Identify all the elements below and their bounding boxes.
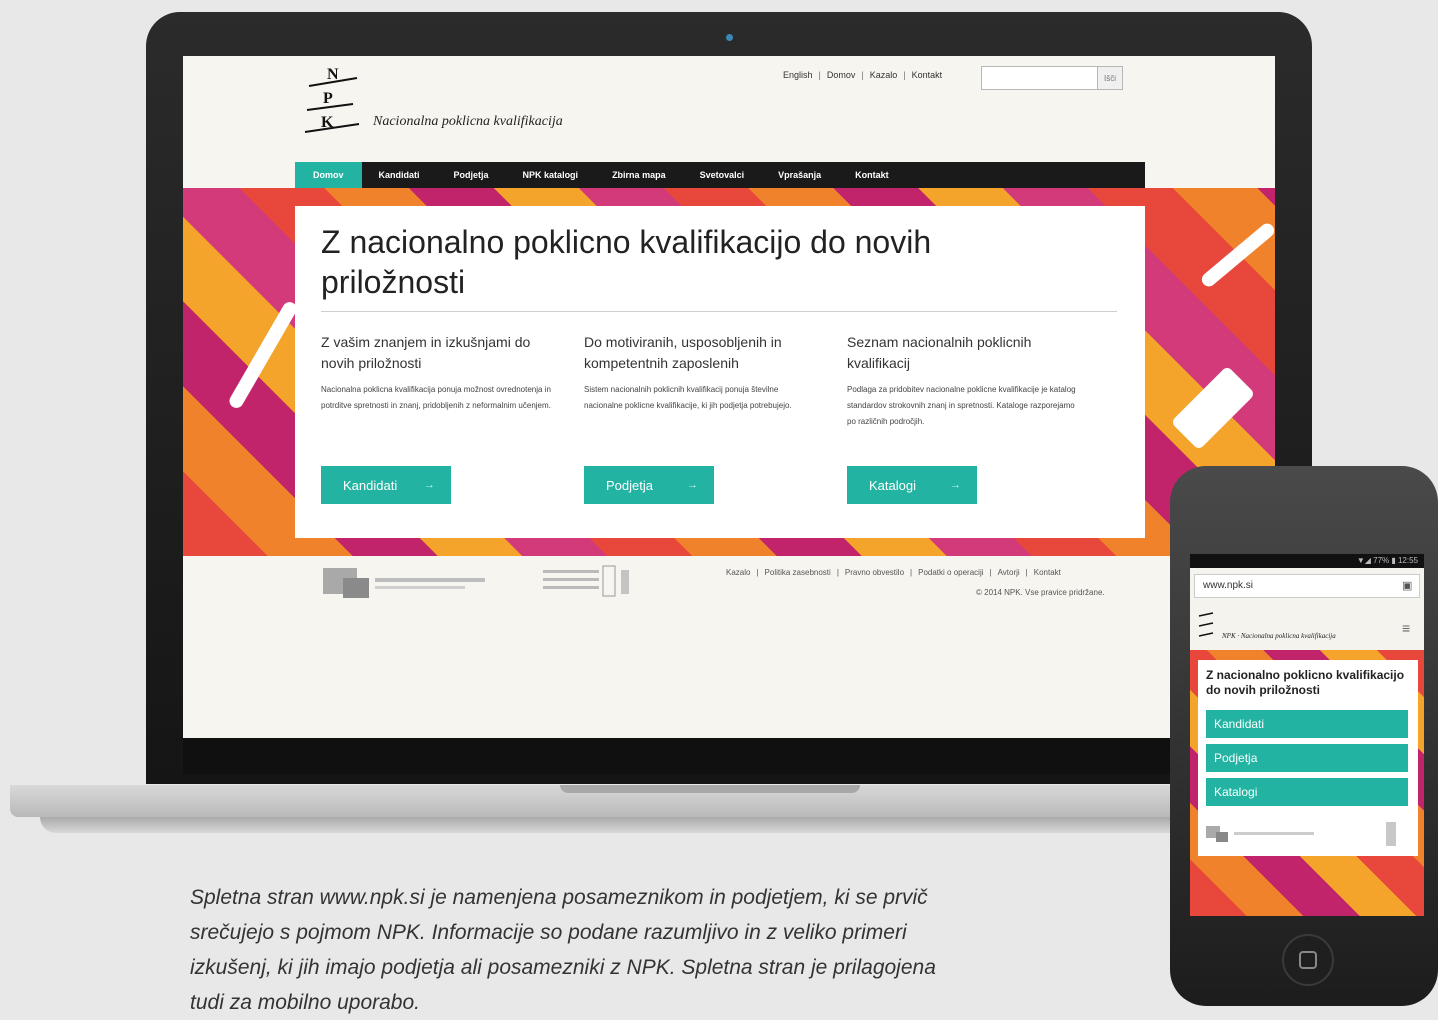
col-podjetja-text: Sistem nacionalnih poklicnih kvalifikaci… (584, 385, 792, 410)
nav-npk-katalogi[interactable]: NPK katalogi (506, 162, 596, 188)
eu-logo-icon (323, 565, 629, 598)
katalogi-button[interactable]: Katalogi → (847, 466, 977, 504)
kandidati-button[interactable]: Kandidati → (321, 466, 451, 504)
hamburger-menu-icon[interactable]: ≡ (1402, 620, 1410, 636)
top-nav-english[interactable]: English (783, 70, 813, 80)
footer-partner-logos (323, 564, 663, 604)
top-nav-kazalo[interactable]: Kazalo (870, 70, 898, 80)
phone-home-button[interactable] (1282, 934, 1334, 986)
nav-domov[interactable]: Domov (295, 162, 362, 188)
footer-link-pravno[interactable]: Pravno obvestilo (845, 568, 904, 577)
laptop-screen-bottom (183, 738, 1275, 774)
logo-text: Nacionalna poklicna kvalifikacija (373, 114, 563, 129)
nav-svetovalci[interactable]: Svetovalci (683, 162, 762, 188)
phone-status-bar: ▼◢ 77% ▮ 12:55 (1190, 554, 1424, 568)
arrow-right-icon: → (950, 479, 961, 491)
top-nav-kontakt[interactable]: Kontakt (912, 70, 943, 80)
laptop-base-shadow (40, 817, 1200, 833)
footer-link-avtorji[interactable]: Avtorji (998, 568, 1020, 577)
phone-url-bar[interactable]: www.npk.si (1194, 574, 1420, 598)
kandidati-button-label: Kandidati (343, 477, 398, 493)
podjetja-button[interactable]: Podjetja → (584, 466, 714, 504)
comb-icon (1170, 365, 1256, 451)
top-nav: English | Domov | Kazalo | Kontakt (783, 70, 943, 80)
webcam (726, 34, 733, 41)
podjetja-button-label: Podjetja (606, 477, 653, 493)
col-kandidati-text: Nacionalna poklicna kvalifikacija ponuja… (321, 385, 551, 410)
hero-title: Z nacionalno poklicno kvalifikacijo do n… (321, 224, 932, 300)
col-katalogi-text: Podlaga za pridobitev nacionalne poklicn… (847, 385, 1076, 426)
copyright: © 2014 NPK. Vse pravice pridržane. (976, 588, 1105, 597)
nav-kontakt[interactable]: Kontakt (838, 162, 906, 188)
main-nav: Domov Kandidati Podjetja NPK katalogi Zb… (295, 162, 1145, 188)
bread-icon (226, 299, 300, 411)
footer-link-politika[interactable]: Politika zasebnosti (765, 568, 831, 577)
top-nav-domov[interactable]: Domov (827, 70, 856, 80)
nav-kandidati[interactable]: Kandidati (362, 162, 437, 188)
nav-zbirna-mapa[interactable]: Zbirna mapa (595, 162, 683, 188)
hero-divider (321, 311, 1117, 312)
home-square-icon (1299, 951, 1317, 969)
col-podjetja-title: Do motiviranih, usposobljenih in kompete… (584, 334, 782, 371)
phone-podjetja-button[interactable]: Podjetja (1206, 744, 1408, 772)
footer-links: Kazalo | Politika zasebnosti | Pravno obve… (726, 568, 1061, 577)
laptop-notch (560, 785, 860, 793)
search-button[interactable]: Išči (1097, 66, 1123, 90)
col-katalogi-title: Seznam nacionalnih poklicnih kvalifikaci… (847, 334, 1032, 371)
phone-kandidati-button[interactable]: Kandidati (1206, 710, 1408, 738)
nav-vprasanja[interactable]: Vprašanja (761, 162, 838, 188)
caption: Spletna stran www.npk.si je namenjena po… (190, 886, 936, 1014)
phone-screen: ▼◢ 77% ▮ 12:55 www.npk.si ▣ NPK · Nacion… (1190, 554, 1424, 916)
npk-logo[interactable]: N P K (303, 64, 363, 134)
brick-icon (1199, 220, 1275, 290)
tabs-icon[interactable]: ▣ (1402, 579, 1412, 592)
nav-podjetja[interactable]: Podjetja (437, 162, 506, 188)
logo-lines-icon (304, 77, 360, 133)
katalogi-button-label: Katalogi (869, 477, 916, 493)
phone-logo-text: NPK · Nacionalna poklicna kvalifikacija (1222, 632, 1336, 640)
phone-partner-logos-icon (1206, 822, 1396, 846)
footer-link-kazalo[interactable]: Kazalo (726, 568, 750, 577)
arrow-right-icon: → (424, 479, 435, 491)
search-input[interactable] (981, 66, 1099, 90)
laptop-screen: N P K Nacionalna poklicna kvalifikacija … (183, 56, 1275, 738)
phone-katalogi-button[interactable]: Katalogi (1206, 778, 1408, 806)
footer-link-kontakt[interactable]: Kontakt (1034, 568, 1061, 577)
phone-npk-logo-icon (1198, 612, 1214, 637)
col-kandidati-title: Z vašim znanjem in izkušnjami do novih p… (321, 334, 531, 371)
phone-hero-title: Z nacionalno poklicno kvalifikacijo do n… (1206, 668, 1405, 697)
footer-link-operacija[interactable]: Podatki o operaciji (918, 568, 983, 577)
arrow-right-icon: → (687, 479, 698, 491)
